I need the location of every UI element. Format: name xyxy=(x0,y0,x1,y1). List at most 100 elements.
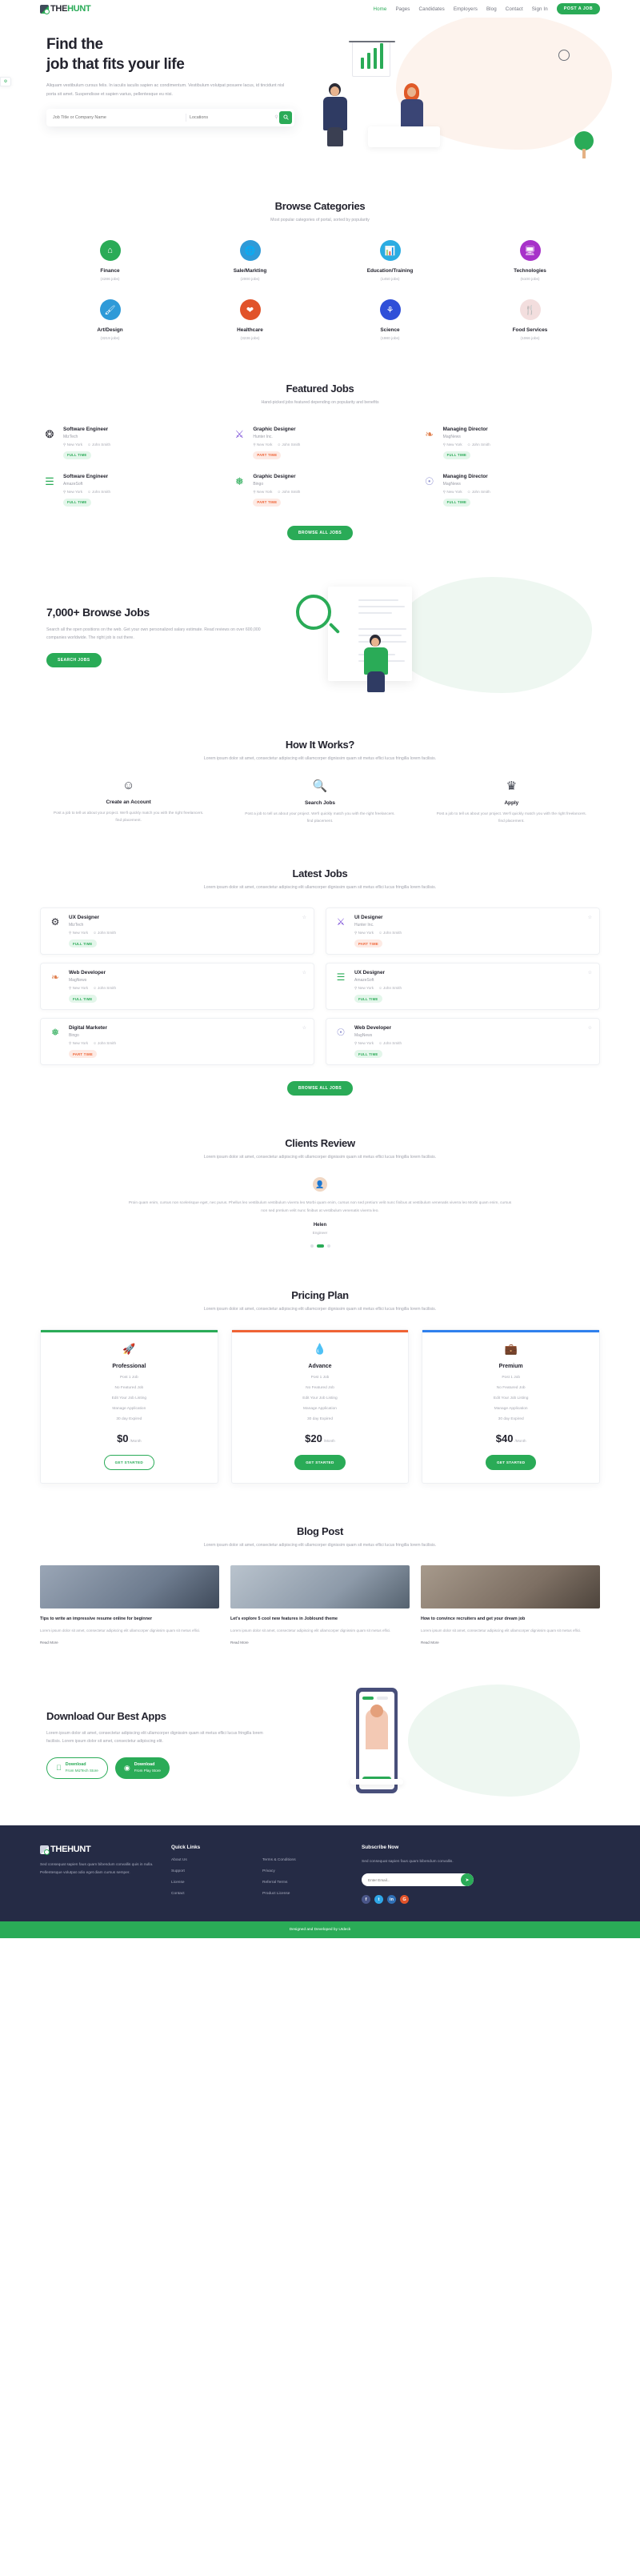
browse-all-jobs-button[interactable]: BROWSE ALL JOBS xyxy=(286,525,354,540)
nav-item-sign-in[interactable]: Sign In xyxy=(532,6,548,12)
latest-job-card[interactable]: ❅ Digital Marketer Bingo ⚲ New York ☺ Jo… xyxy=(40,1018,314,1066)
browse-all-latest-jobs-button[interactable]: BROWSE ALL JOBS xyxy=(286,1081,354,1096)
job-card[interactable]: ❅ Graphic Designer Bingo ⚲ New York ☺ Jo… xyxy=(230,471,410,510)
job-card[interactable]: ⚔ Graphic Designer Hunter Inc. ⚲ New Yor… xyxy=(230,423,410,463)
plan-feature: 30 day Expired xyxy=(498,1417,524,1422)
plan-feature: Manage Application xyxy=(112,1407,146,1412)
category-science[interactable]: ⚘ Science (1980 jobs) xyxy=(320,299,460,341)
latest-job-card[interactable]: ❧ Web Developer MagNews ⚲ New York ☺ Joh… xyxy=(40,963,314,1011)
category-sale-marketing[interactable]: 🌐 Sale/Markting (2000 jobs) xyxy=(180,240,320,282)
nav-item-candidates[interactable]: Candidates xyxy=(419,6,445,12)
email-field[interactable] xyxy=(368,1877,461,1882)
latest-job-card[interactable]: ☰ UX Designer AmazeSoft ⚲ New York ☺ Joh… xyxy=(326,963,600,1011)
latest-job-card[interactable]: ☉ Web Developer MagNews ⚲ New York ☺ Joh… xyxy=(326,1018,600,1066)
footer-link-support[interactable]: Support xyxy=(171,1869,251,1873)
carousel-dot[interactable] xyxy=(310,1244,314,1248)
footer-link-privacy[interactable]: Privacy xyxy=(262,1869,350,1873)
blog-post[interactable]: Tips to write an impressive resume onlin… xyxy=(40,1565,219,1645)
browse-illustration xyxy=(280,576,600,697)
job-type-badge: FULL TIME xyxy=(354,995,382,1004)
send-icon[interactable]: ➤ xyxy=(461,1873,474,1887)
category-count: (2000 jobs) xyxy=(240,278,260,282)
site-logo[interactable]: THEHUNT xyxy=(40,4,91,14)
step-create-account: ☺ Create an Account Post a job to tell u… xyxy=(40,779,217,826)
twitter-icon[interactable]: t xyxy=(374,1895,383,1905)
step-title: Apply xyxy=(504,800,519,807)
category-technologies[interactable]: 🖥 Technologies (5100 jobs) xyxy=(460,240,600,282)
job-card[interactable]: ☰ Software Engineer AmazeSoft ⚲ New York… xyxy=(40,471,220,510)
blog-post-excerpt: Lorem ipsum dolor sit amet, consectetur … xyxy=(40,1629,201,1633)
nav-item-contact[interactable]: Contact xyxy=(506,6,523,12)
download-miztech-store-button[interactable]:  DownloadFrom MizTech Store xyxy=(46,1757,108,1779)
search-submit-button[interactable] xyxy=(279,110,292,124)
presentation-icon: 📊 xyxy=(379,240,401,262)
category-finance[interactable]: ⌂ Finance (4286 jobs) xyxy=(40,240,180,282)
footer-link-about-us[interactable]: About Us xyxy=(171,1858,251,1862)
job-title: Software Engineer xyxy=(63,426,109,432)
job-card[interactable]: ❧ Managing Director MagNews ⚲ New York ☺… xyxy=(420,423,600,463)
bookmark-icon[interactable]: ☆ xyxy=(588,915,592,920)
how-it-works-subtitle: Lorem ipsum dolor sit amet, consectetur … xyxy=(203,755,437,761)
read-more-link[interactable]: Read More xyxy=(421,1641,600,1645)
search-input[interactable] xyxy=(53,114,182,120)
carousel-dot-active[interactable] xyxy=(316,1244,324,1248)
layers-icon: ☰ xyxy=(45,475,54,487)
job-location: ⚲ New York xyxy=(253,489,273,494)
linkedin-icon[interactable]: in xyxy=(387,1895,396,1905)
latest-job-card[interactable]: ⚔ UI Designer Hunter Inc. ⚲ New York ☺ J… xyxy=(326,907,600,955)
plan-feature: Post 1 Job xyxy=(502,1376,520,1380)
nav-item-employers[interactable]: Employers xyxy=(454,6,478,12)
blog-post[interactable]: How to convince recruiters and get your … xyxy=(421,1565,600,1645)
facebook-icon[interactable]: f xyxy=(362,1895,370,1905)
bookmark-icon[interactable]: ☆ xyxy=(588,1025,592,1031)
read-more-link[interactable]: Read More xyxy=(40,1641,219,1645)
download-play-store-button[interactable]: ◉ Download From Play Store xyxy=(114,1757,170,1779)
carousel-dot[interactable] xyxy=(326,1244,330,1248)
map-pin-icon: ⚲ xyxy=(69,931,72,935)
categories-grid: ⌂ Finance (4286 jobs) 🌐 Sale/Markting (2… xyxy=(40,240,600,341)
footer-link-license[interactable]: License xyxy=(171,1881,251,1885)
category-art-design[interactable]: 🖌 Art/Design (3219 jobs) xyxy=(40,299,180,341)
search-jobs-button[interactable]: SEARCH JOBS xyxy=(46,653,102,668)
user-icon: ☺ xyxy=(378,931,382,935)
bookmark-icon[interactable]: ☆ xyxy=(302,915,306,920)
job-type-badge: FULL TIME xyxy=(63,498,91,507)
plan-cta-button[interactable]: GET STARTED xyxy=(103,1455,155,1471)
plan-cta-button[interactable]: GET STARTED xyxy=(485,1455,537,1471)
nav-item-home[interactable]: Home xyxy=(374,6,387,12)
user-icon: ☺ xyxy=(466,442,471,447)
footer-logo[interactable]: THEHUNT xyxy=(40,1845,160,1855)
footer-link-product-license[interactable]: Product License xyxy=(262,1892,350,1896)
plan-feature: No Featured Job xyxy=(496,1386,526,1391)
job-location: ⚲ New York xyxy=(63,442,83,447)
footer-link-contact[interactable]: Contact xyxy=(171,1892,251,1896)
store-buttons:  DownloadFrom MizTech Store ◉ DownloadF… xyxy=(46,1757,304,1779)
read-more-link[interactable]: Read More xyxy=(230,1641,410,1645)
footer-link-terms-conditions[interactable]: Terms & Conditions xyxy=(262,1858,350,1862)
footer-link-referral-terms[interactable]: Referral Terms xyxy=(262,1881,350,1885)
avatar: 👤 xyxy=(313,1177,327,1192)
bookmark-icon[interactable]: ☆ xyxy=(302,1025,306,1031)
post-a-job-button[interactable]: POST A JOB xyxy=(556,3,600,14)
bookmark-icon[interactable]: ☆ xyxy=(588,970,592,976)
nav-item-blog[interactable]: Blog xyxy=(486,6,497,12)
blog-post[interactable]: Let's explore 5 cool new features in Job… xyxy=(230,1565,410,1645)
plan-cta-button[interactable]: GET STARTED xyxy=(294,1455,346,1471)
side-widget-tab[interactable]: ⚙ xyxy=(0,77,11,86)
category-healthcare[interactable]: ❤ Healthcare (3236 jobs) xyxy=(180,299,320,341)
store-label-big: From Play Store xyxy=(128,1769,161,1773)
job-title: Graphic Designer xyxy=(253,473,296,479)
job-card[interactable]: ☉ Managing Director MagNews ⚲ New York ☺… xyxy=(420,471,600,510)
latest-job-card[interactable]: ⚙ UX Designer MizTech ⚲ New York ☺ John … xyxy=(40,907,314,955)
job-card[interactable]: ❂ Software Engineer MizTech ⚲ New York ☺… xyxy=(40,423,220,463)
category-education-training[interactable]: 📊 Education/Training (1450 jobs) xyxy=(320,240,460,282)
nav-item-pages[interactable]: Pages xyxy=(395,6,410,12)
subscribe-text: Sed consequat sapien faus quam bibendum … xyxy=(362,1860,454,1865)
google-icon[interactable]: G xyxy=(400,1895,409,1905)
category-food-services[interactable]: 🍴 Food Services (1066 jobs) xyxy=(460,299,600,341)
category-count: (3219 jobs) xyxy=(100,337,120,342)
job-type-badge: FULL TIME xyxy=(442,498,471,507)
categories-subtitle: Most popular categories of portal, sorte… xyxy=(270,218,370,222)
bookmark-icon[interactable]: ☆ xyxy=(302,970,306,976)
location-input[interactable] xyxy=(190,114,274,120)
